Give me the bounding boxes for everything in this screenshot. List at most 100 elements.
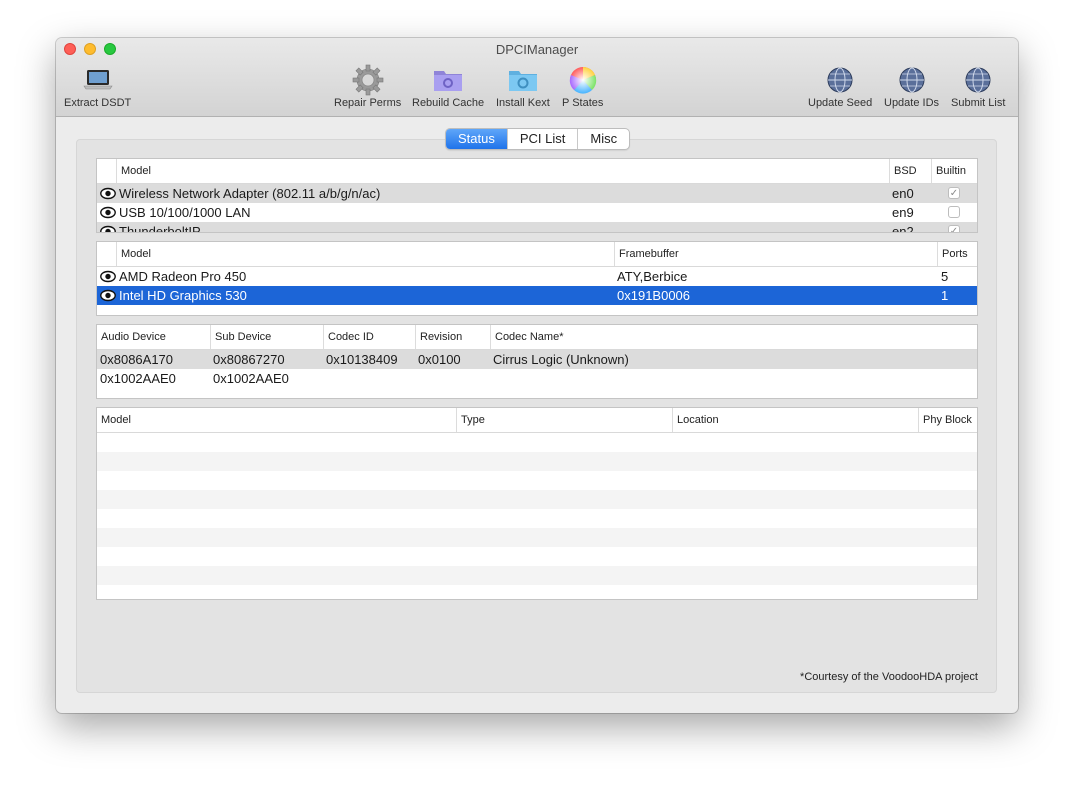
column-header-codec-id[interactable]: Codec ID (323, 325, 415, 349)
column-header-location[interactable]: Location (672, 408, 918, 432)
revision: 0x0100 (418, 352, 461, 367)
update-ids-button[interactable]: Update IDs (884, 64, 939, 109)
column-header-model[interactable]: Model (116, 159, 889, 183)
column-header-ports[interactable]: Ports (937, 242, 977, 266)
p-states-label: P States (562, 97, 604, 109)
table-row[interactable]: ThunderboltIP en2 ✓ (97, 222, 977, 233)
sub-device: 0x1002AAE0 (213, 371, 289, 386)
storage-table-header: Model Type Location Phy Block (97, 408, 977, 433)
column-header-framebuffer[interactable]: Framebuffer (614, 242, 937, 266)
graphics-model: Intel HD Graphics 530 (119, 288, 247, 303)
column-header-codec-name[interactable]: Codec Name* (490, 325, 977, 349)
update-ids-label: Update IDs (884, 97, 940, 109)
graphics-model: AMD Radeon Pro 450 (119, 269, 247, 284)
codec-id: 0x10138409 (326, 352, 398, 367)
table-row-empty (97, 528, 977, 547)
laptop-icon (64, 64, 131, 96)
update-seed-button[interactable]: Update Seed (808, 64, 872, 109)
column-header-icon (97, 242, 116, 266)
rebuild-cache-label: Rebuild Cache (412, 97, 485, 109)
network-model: USB 10/100/1000 LAN (119, 205, 251, 220)
graphics-framebuffer: 0x191B0006 (617, 288, 691, 303)
table-row-empty (97, 509, 977, 528)
column-header-builtin[interactable]: Builtin (931, 159, 977, 183)
folder-gear-icon (412, 64, 484, 96)
repair-perms-button[interactable]: Repair Perms (334, 64, 401, 109)
column-header-type[interactable]: Type (456, 408, 672, 432)
window-title: DPCIManager (495, 42, 579, 57)
color-wheel-icon (562, 64, 603, 96)
audio-device: 0x8086A170 (100, 352, 174, 367)
network-bsd: en0 (892, 186, 914, 201)
install-kext-label: Install Kext (496, 97, 550, 109)
table-row-empty (97, 471, 977, 490)
eye-icon[interactable] (100, 270, 116, 283)
gear-icon (334, 64, 401, 96)
tab-pci-list[interactable]: PCI List (506, 129, 578, 149)
sub-device: 0x80867270 (213, 352, 285, 367)
rebuild-cache-button[interactable]: Rebuild Cache (412, 64, 484, 109)
column-header-sub-device[interactable]: Sub Device (210, 325, 323, 349)
tab-bar: Status PCI List Misc (445, 128, 631, 150)
codec-name: Cirrus Logic (Unknown) (493, 352, 629, 367)
column-header-icon (97, 159, 116, 183)
extract-dsdt-button[interactable]: Extract DSDT (64, 64, 131, 109)
column-header-revision[interactable]: Revision (415, 325, 490, 349)
codec-id (326, 369, 416, 388)
column-header-audio-device[interactable]: Audio Device (97, 325, 210, 349)
builtin-checkbox[interactable]: ✓ (948, 187, 960, 199)
update-seed-label: Update Seed (808, 97, 873, 109)
tab-misc[interactable]: Misc (577, 129, 629, 149)
app-window: DPCIManager Extract DSDT Repair Perms Re… (56, 38, 1018, 713)
table-row[interactable]: AMD Radeon Pro 450 ATY,Berbice 5 (97, 267, 977, 286)
table-row-selected[interactable]: Intel HD Graphics 530 0x191B0006 1 (97, 286, 977, 305)
graphics-ports: 5 (941, 269, 949, 284)
network-model: Wireless Network Adapter (802.11 a/b/g/n… (119, 186, 381, 201)
table-row-empty (97, 547, 977, 566)
table-row-empty (97, 433, 977, 452)
network-table[interactable]: Model BSD Builtin Wireless Network Adapt… (96, 158, 978, 233)
column-header-bsd[interactable]: BSD (889, 159, 931, 183)
builtin-checkbox[interactable]: ✓ (948, 225, 960, 232)
eye-icon[interactable] (100, 206, 116, 219)
storage-table[interactable]: Model Type Location Phy Block (96, 407, 978, 600)
title-bar: DPCIManager Extract DSDT Repair Perms Re… (56, 38, 1018, 117)
submit-list-label: Submit List (951, 97, 1006, 109)
globe-icon (808, 64, 872, 96)
network-bsd: en2 (892, 224, 914, 233)
column-header-phy-block[interactable]: Phy Block (918, 408, 977, 432)
codec-name (493, 369, 973, 388)
graphics-framebuffer: ATY,Berbice (617, 269, 688, 284)
install-kext-button[interactable]: Install Kext (496, 64, 550, 109)
audio-table[interactable]: Audio Device Sub Device Codec ID Revisio… (96, 324, 978, 399)
network-model: ThunderboltIP (119, 224, 201, 233)
table-row-empty (97, 585, 977, 599)
table-row[interactable]: 0x8086A170 0x80867270 0x10138409 0x0100 … (97, 350, 977, 369)
graphics-table[interactable]: Model Framebuffer Ports AMD Radeon Pro 4… (96, 241, 978, 316)
table-row[interactable]: USB 10/100/1000 LAN en9 (97, 203, 977, 222)
eye-icon[interactable] (100, 289, 116, 302)
p-states-button[interactable]: P States (562, 64, 603, 109)
extract-dsdt-label: Extract DSDT (64, 97, 132, 109)
table-row-empty (97, 490, 977, 509)
tab-status[interactable]: Status (446, 129, 507, 149)
network-table-header: Model BSD Builtin (97, 159, 977, 184)
table-row[interactable]: 0x1002AAE0 0x1002AAE0 (97, 369, 977, 388)
table-row[interactable]: Wireless Network Adapter (802.11 a/b/g/n… (97, 184, 977, 203)
column-header-model[interactable]: Model (116, 242, 614, 266)
table-row-empty (97, 452, 977, 471)
repair-perms-label: Repair Perms (334, 97, 402, 109)
builtin-checkbox[interactable] (948, 206, 960, 218)
eye-icon[interactable] (100, 225, 116, 233)
graphics-ports: 1 (941, 288, 949, 303)
network-bsd: en9 (892, 205, 914, 220)
table-row-empty (97, 566, 977, 585)
revision (418, 369, 488, 388)
globe-icon (884, 64, 939, 96)
column-header-model[interactable]: Model (97, 408, 456, 432)
eye-icon[interactable] (100, 187, 116, 200)
folder-install-icon (496, 64, 550, 96)
submit-list-button[interactable]: Submit List (951, 64, 1005, 109)
audio-table-header: Audio Device Sub Device Codec ID Revisio… (97, 325, 977, 350)
globe-icon (951, 64, 1005, 96)
